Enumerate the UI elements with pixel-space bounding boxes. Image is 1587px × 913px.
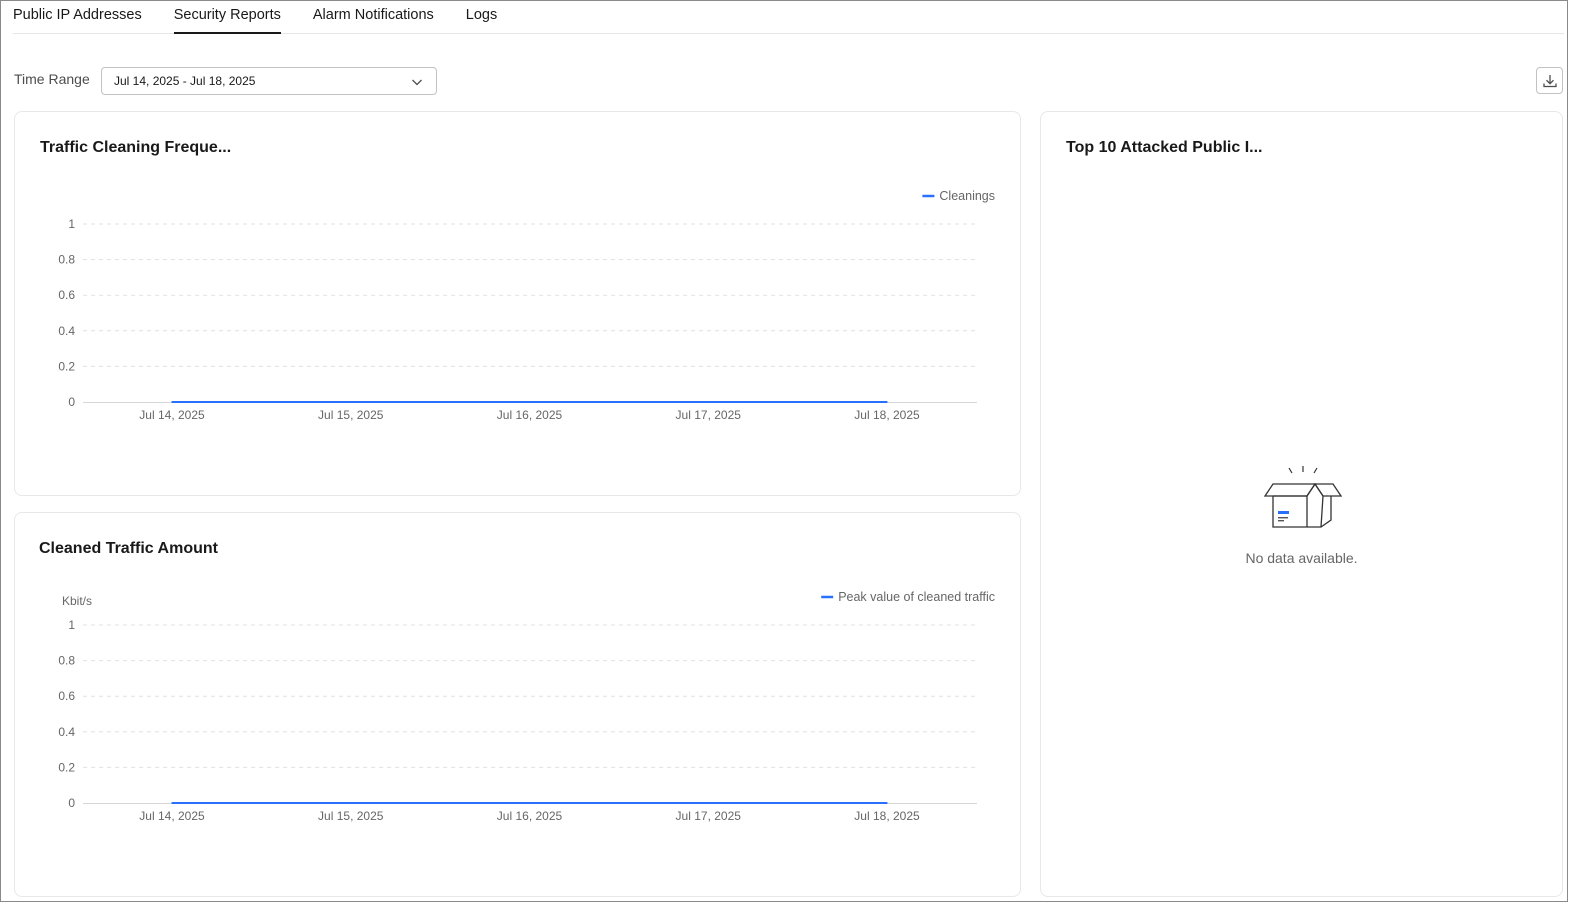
y-tick-label: 1 (68, 217, 75, 231)
y-tick-label: 0 (68, 395, 75, 409)
card-title: Top 10 Attacked Public I... (1066, 139, 1263, 156)
y-tick-label: 0.8 (58, 654, 75, 668)
y-tick-label: 0.2 (58, 359, 75, 373)
y-tick-label: 0.4 (58, 725, 75, 739)
x-tick-label: Jul 18, 2025 (854, 809, 920, 823)
cleaned-traffic-amount-card: Cleaned Traffic Amount 0 0.2 0.4 0.6 0.8 1 Jul… (14, 512, 1021, 897)
x-tick-label: Jul 16, 2025 (497, 408, 563, 422)
page-frame: Public IP Addresses Security Reports Ala… (0, 0, 1568, 902)
legend-label: Peak value of cleaned traffic (838, 590, 995, 604)
empty-state-text: No data available. (1245, 550, 1358, 566)
chevron-down-icon (410, 75, 424, 89)
x-tick-label: Jul 15, 2025 (318, 809, 384, 823)
y-tick-label: 0 (68, 796, 75, 810)
traffic-cleaning-frequency-card: Traffic Cleaning Freque... 0 0.2 0.4 0.6 0.8… (14, 111, 1021, 496)
data-point (886, 802, 888, 804)
data-point (171, 802, 173, 804)
x-tick-label: Jul 17, 2025 (676, 408, 742, 422)
y-axis-unit-label: Kbit/s (62, 594, 92, 608)
tab-public-ip-addresses[interactable]: Public IP Addresses (13, 1, 142, 33)
y-tick-label: 1 (68, 618, 75, 632)
data-point (707, 401, 710, 403)
y-tick-label: 0.6 (58, 689, 75, 703)
time-range-select[interactable]: Jul 14, 2025 - Jul 18, 2025 (101, 67, 437, 95)
download-button[interactable] (1536, 67, 1563, 94)
data-point (886, 401, 888, 403)
x-tick-label: Jul 17, 2025 (676, 809, 742, 823)
x-tick-label: Jul 14, 2025 (139, 809, 205, 823)
data-point (171, 401, 173, 403)
data-point (528, 802, 531, 804)
y-tick-label: 0.4 (58, 324, 75, 338)
tab-alarm-notifications[interactable]: Alarm Notifications (313, 1, 434, 33)
data-point (528, 401, 531, 403)
cleaned-traffic-chart: 0 0.2 0.4 0.6 0.8 1 Jul 14, 2025 Jul 15, 2025 Ju… (58, 590, 995, 823)
data-point (707, 802, 710, 804)
y-tick-label: 0.8 (58, 253, 75, 267)
y-tick-label: 0.2 (58, 760, 75, 774)
tab-bar: Public IP Addresses Security Reports Ala… (13, 1, 1564, 34)
data-point (349, 401, 352, 403)
empty-box-icon (1263, 465, 1343, 536)
time-range-value: Jul 14, 2025 - Jul 18, 2025 (114, 74, 256, 88)
x-tick-label: Jul 18, 2025 (854, 408, 920, 422)
x-tick-label: Jul 15, 2025 (318, 408, 384, 422)
y-tick-label: 0.6 (58, 288, 75, 302)
time-range-label: Time Range (14, 71, 90, 87)
tab-security-reports[interactable]: Security Reports (173, 1, 282, 34)
cleaning-frequency-chart: 0 0.2 0.4 0.6 0.8 1 Jul 14, 2025 Jul 15, 2025 Ju… (58, 189, 995, 422)
tab-logs[interactable]: Logs (466, 1, 497, 33)
data-point (349, 802, 352, 804)
legend-label: Cleanings (939, 189, 995, 203)
x-tick-label: Jul 16, 2025 (497, 809, 563, 823)
top-attacked-ips-card: Top 10 Attacked Public I... No data avai… (1040, 111, 1563, 897)
x-tick-label: Jul 14, 2025 (139, 408, 205, 422)
